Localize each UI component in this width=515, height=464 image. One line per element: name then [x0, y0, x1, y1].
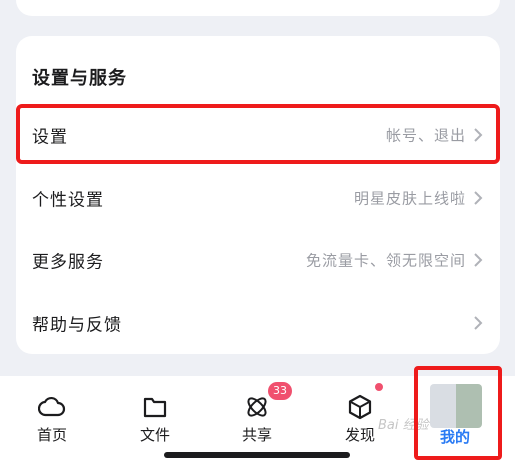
tab-home[interactable]: 首页 — [17, 394, 87, 454]
folder-icon — [143, 397, 167, 418]
chevron-right-icon — [474, 316, 483, 330]
top-card — [16, 0, 500, 16]
more-services-label: 更多服务 — [32, 252, 104, 273]
tab-files[interactable]: 文件 — [120, 394, 190, 454]
chevron-right-icon — [474, 191, 483, 205]
mine-highlight-box — [414, 366, 502, 460]
settings-highlight-box — [16, 104, 500, 164]
more-services-hint: 免流量卡、领无限空间 — [305, 251, 466, 270]
tab-files-label: 文件 — [139, 426, 170, 444]
cloud-icon — [38, 396, 66, 417]
personalization-row[interactable]: 个性设置 明星皮肤上线啦 — [16, 167, 500, 229]
help-feedback-label: 帮助与反馈 — [32, 315, 122, 336]
settings-services-card: 设置与服务 设置 帐号、退出 个性设置 明星皮肤上线啦 更多服务 免流量卡、领无… — [16, 36, 500, 354]
more-services-row[interactable]: 更多服务 免流量卡、领无限空间 — [16, 229, 500, 291]
personalization-hint: 明星皮肤上线啦 — [353, 189, 466, 208]
personalization-label: 个性设置 — [32, 190, 104, 211]
share-badge: 33 — [268, 382, 292, 400]
discover-notification-dot — [375, 383, 383, 391]
home-indicator — [164, 452, 350, 458]
chevron-right-icon — [474, 253, 483, 267]
tab-share[interactable]: 共享 — [222, 394, 292, 454]
cube-icon — [348, 394, 372, 420]
section-title: 设置与服务 — [32, 68, 127, 89]
share-icon — [247, 397, 267, 417]
tab-home-label: 首页 — [36, 426, 67, 444]
help-feedback-row[interactable]: 帮助与反馈 — [16, 292, 500, 354]
tab-share-label: 共享 — [241, 426, 272, 444]
